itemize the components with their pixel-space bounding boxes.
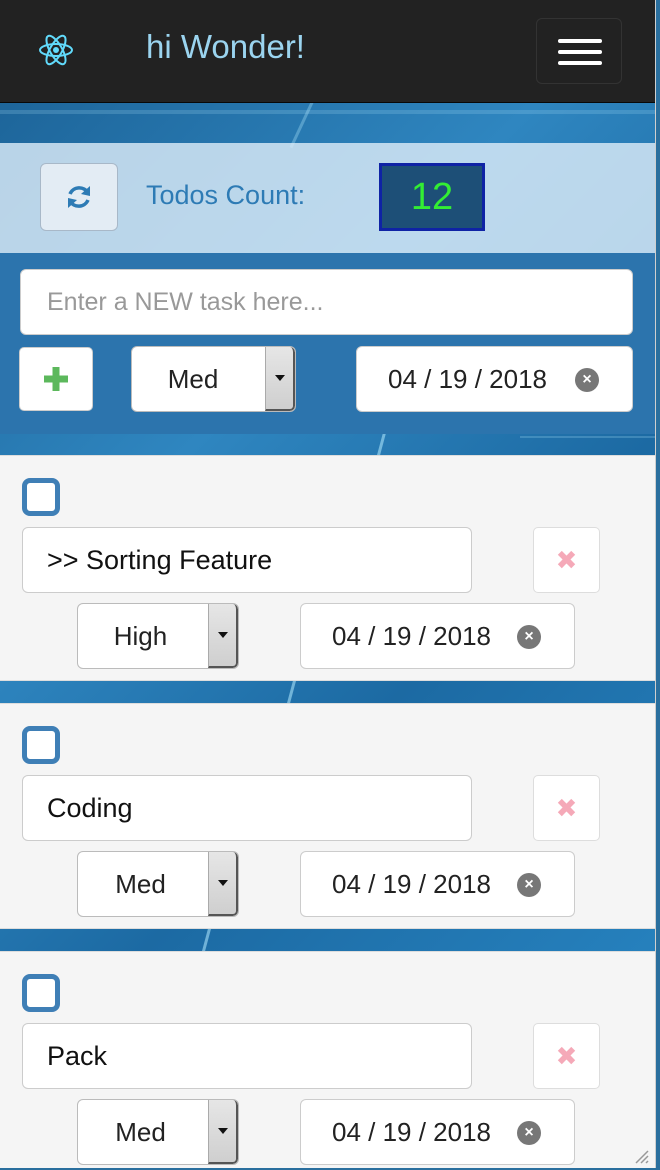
task-card: ✖ High 04 / 19 / 2018 × bbox=[0, 455, 655, 681]
task-title-input[interactable] bbox=[22, 527, 472, 593]
resize-handle-icon[interactable] bbox=[631, 1146, 649, 1164]
bg-streak bbox=[520, 436, 655, 438]
priority-value: High bbox=[113, 620, 168, 651]
app-frame: hi Wonder! Todos Count: 12 Enter a NEW t… bbox=[0, 0, 656, 1168]
new-task-input[interactable] bbox=[20, 269, 633, 335]
chevron-down-icon bbox=[208, 604, 238, 668]
bg-streak bbox=[201, 928, 212, 952]
chevron-down-icon bbox=[208, 1100, 238, 1164]
bg-streak bbox=[289, 101, 314, 149]
task-priority-select[interactable]: High bbox=[77, 603, 239, 669]
task-checkbox[interactable] bbox=[22, 478, 60, 516]
close-icon: ✖ bbox=[555, 1040, 578, 1071]
date-value: 04 / 19 / 2018 bbox=[332, 868, 492, 899]
priority-value: Med bbox=[115, 868, 166, 899]
react-atom-icon[interactable] bbox=[36, 30, 76, 70]
priority-value: Med bbox=[115, 1116, 166, 1147]
todos-count-label: Todos Count: bbox=[146, 180, 306, 210]
new-task-priority-select[interactable]: Med bbox=[131, 346, 296, 412]
refresh-button[interactable] bbox=[40, 163, 118, 231]
delete-task-button[interactable]: ✖ bbox=[533, 775, 600, 841]
priority-value: Med bbox=[167, 363, 219, 394]
clear-date-icon[interactable]: × bbox=[517, 873, 541, 897]
task-priority-select[interactable]: Med bbox=[77, 851, 239, 917]
todos-count-value: 12 bbox=[379, 163, 485, 231]
task-date-input[interactable]: 04 / 19 / 2018 × bbox=[300, 603, 575, 669]
task-card: ✖ Med 04 / 19 / 2018 × bbox=[0, 703, 655, 929]
close-icon: ✖ bbox=[555, 544, 578, 575]
date-value: 04 / 19 / 2018 bbox=[332, 620, 492, 651]
new-task-form: Med 04 / 19 / 2018 × bbox=[0, 253, 655, 434]
chevron-down-icon bbox=[208, 852, 238, 916]
clear-date-icon[interactable]: × bbox=[517, 1121, 541, 1145]
brand-title[interactable]: hi Wonder! bbox=[146, 28, 305, 66]
bg-streak bbox=[286, 680, 297, 704]
clear-date-icon[interactable]: × bbox=[575, 368, 599, 392]
task-date-input[interactable]: 04 / 19 / 2018 × bbox=[300, 851, 575, 917]
hamburger-menu-icon[interactable] bbox=[536, 18, 622, 84]
task-date-input[interactable]: 04 / 19 / 2018 × bbox=[300, 1099, 575, 1165]
clear-date-icon[interactable]: × bbox=[517, 625, 541, 649]
delete-task-button[interactable]: ✖ bbox=[533, 527, 600, 593]
navbar: hi Wonder! bbox=[0, 0, 655, 103]
task-title-input[interactable] bbox=[22, 775, 472, 841]
task-checkbox[interactable] bbox=[22, 726, 60, 764]
delete-task-button[interactable]: ✖ bbox=[533, 1023, 600, 1089]
bg-streak bbox=[376, 432, 387, 456]
bg-streak bbox=[0, 110, 655, 114]
task-priority-select[interactable]: Med bbox=[77, 1099, 239, 1165]
date-value: 04 / 19 / 2018 bbox=[332, 1116, 492, 1147]
refresh-icon bbox=[68, 186, 90, 208]
task-checkbox[interactable] bbox=[22, 974, 60, 1012]
date-value: 04 / 19 / 2018 bbox=[388, 363, 548, 394]
chevron-down-icon bbox=[265, 347, 295, 411]
add-task-button[interactable] bbox=[19, 347, 93, 411]
todos-count-bar: Todos Count: 12 bbox=[0, 143, 655, 253]
task-card: ✖ Med 04 / 19 / 2018 × bbox=[0, 951, 655, 1168]
task-title-input[interactable] bbox=[22, 1023, 472, 1089]
plus-icon bbox=[44, 367, 68, 391]
close-icon: ✖ bbox=[555, 792, 578, 823]
new-task-date-input[interactable]: 04 / 19 / 2018 × bbox=[356, 346, 633, 412]
